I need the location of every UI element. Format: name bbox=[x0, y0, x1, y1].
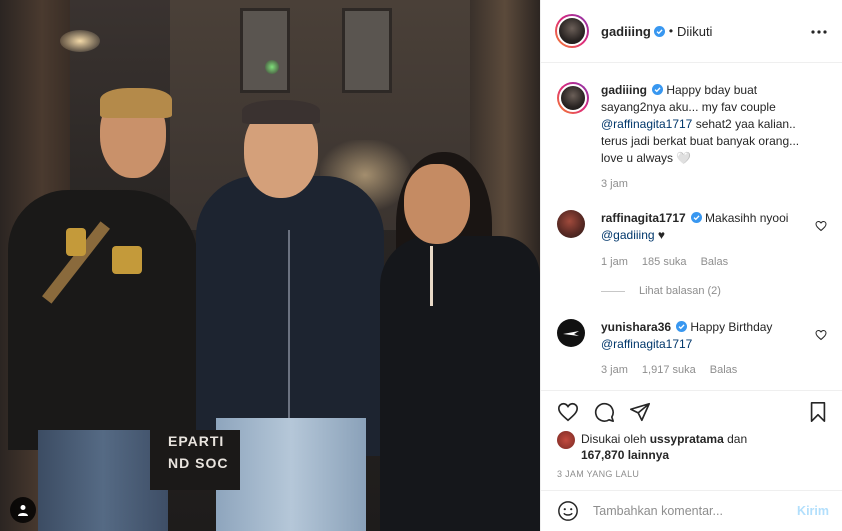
user-icon bbox=[18, 505, 28, 516]
comment-meta: 1 jam 185 suka Balas bbox=[601, 256, 728, 268]
comment-body: Happy Birthday bbox=[690, 320, 773, 334]
comment-body: Makasihh nyooi bbox=[705, 211, 789, 225]
comment-time[interactable]: 3 jam bbox=[601, 178, 628, 190]
mention-link[interactable]: @raffinagita1717 bbox=[601, 337, 692, 351]
post-comment-button[interactable]: Kirim bbox=[797, 504, 829, 518]
photo-window bbox=[342, 8, 392, 93]
photo-hoodie-cord bbox=[430, 246, 433, 306]
liker-username[interactable]: ussypratama bbox=[650, 432, 724, 446]
photo-jacket-patch bbox=[66, 228, 86, 256]
like-heart-icon[interactable] bbox=[557, 401, 579, 423]
author-username[interactable]: gadiiing bbox=[601, 24, 651, 39]
reply-button[interactable]: Balas bbox=[710, 364, 738, 376]
save-bookmark-icon[interactable] bbox=[807, 401, 829, 423]
caption-avatar[interactable] bbox=[557, 82, 589, 114]
view-replies-label: Lihat balasan (2) bbox=[639, 285, 721, 297]
photo-hair bbox=[242, 100, 320, 124]
post-photo[interactable]: EPARTI ND SOC bbox=[0, 0, 540, 531]
more-options-icon[interactable] bbox=[809, 22, 829, 42]
comment-meta: 3 jam bbox=[601, 178, 628, 190]
replies-divider bbox=[601, 290, 625, 292]
reply-button[interactable]: Balas bbox=[701, 256, 729, 268]
action-icons bbox=[557, 401, 651, 423]
photo-person-right bbox=[380, 236, 540, 531]
post-timestamp[interactable]: 3 JAM YANG LALU bbox=[557, 469, 639, 479]
mention-link[interactable]: @raffinagita1717 bbox=[601, 117, 692, 131]
add-comment-bar: Tambahkan komentar... Kirim bbox=[541, 490, 842, 531]
photo-sign-line: ND SOC bbox=[168, 455, 229, 471]
verified-badge-icon bbox=[653, 25, 665, 37]
comment-username[interactable]: yunishara36 bbox=[601, 320, 671, 334]
verified-badge-icon bbox=[676, 321, 688, 332]
likes-summary[interactable]: Disukai oleh ussypratama dan 167,870 lai… bbox=[557, 431, 747, 463]
post-header: gadiiing • Diikuti bbox=[541, 0, 842, 63]
comment-time[interactable]: 1 jam bbox=[601, 256, 628, 268]
separator-dot: • bbox=[668, 24, 674, 38]
comment-username[interactable]: raffinagita1717 bbox=[601, 211, 686, 225]
author-info: gadiiing • Diikuti bbox=[601, 24, 712, 39]
photo-zipper bbox=[288, 230, 290, 430]
author-avatar[interactable] bbox=[555, 14, 589, 48]
comment-likes[interactable]: 1,917 suka bbox=[642, 364, 696, 376]
mention-link[interactable]: @gadiiing bbox=[601, 228, 655, 242]
commenter-avatar[interactable] bbox=[557, 210, 585, 238]
photo-hair bbox=[100, 88, 172, 118]
photo-face bbox=[404, 164, 470, 244]
likes-conjunction: dan bbox=[727, 432, 748, 446]
post-actions: Disukai oleh ussypratama dan 167,870 lai… bbox=[541, 390, 842, 490]
comments-list[interactable]: gadiiing Happy bday buat sayang2nya aku.… bbox=[541, 64, 842, 390]
photo-green-light bbox=[265, 60, 279, 74]
comment-text: yunishara36 Happy Birthday @raffinagita1… bbox=[601, 319, 811, 353]
comment-body-cont: ♥ bbox=[657, 228, 666, 242]
like-comment-heart-icon[interactable] bbox=[815, 329, 827, 341]
liker-avatar bbox=[557, 431, 575, 449]
commenter-avatar[interactable] bbox=[557, 319, 585, 347]
follow-status-button[interactable]: Diikuti bbox=[677, 24, 712, 39]
photo-sign-line: EPARTI bbox=[168, 433, 225, 449]
verified-badge-icon bbox=[690, 212, 702, 223]
share-paper-plane-icon[interactable] bbox=[629, 401, 651, 423]
tagged-users-button[interactable] bbox=[10, 497, 36, 523]
photo-person-middle bbox=[196, 176, 384, 456]
photo-window bbox=[240, 8, 290, 93]
comment-input[interactable]: Tambahkan komentar... bbox=[593, 504, 797, 518]
likes-prefix: Disukai oleh bbox=[581, 432, 647, 446]
photo-jacket-patch bbox=[112, 246, 142, 274]
emoji-icon[interactable] bbox=[557, 500, 579, 522]
like-comment-heart-icon[interactable] bbox=[815, 220, 827, 232]
comment-text: raffinagita1717 Makasihh nyooi @gadiiing… bbox=[601, 210, 811, 244]
comment-text: gadiiing Happy bday buat sayang2nya aku.… bbox=[601, 82, 811, 167]
likes-text: Disukai oleh ussypratama dan 167,870 lai… bbox=[581, 431, 747, 463]
likes-count[interactable]: 167,870 lainnya bbox=[581, 448, 669, 462]
post-sidebar: gadiiing • Diikuti gadiiing Happy bday b… bbox=[540, 0, 842, 531]
comment-bubble-icon[interactable] bbox=[593, 401, 615, 423]
photo-jeans bbox=[38, 430, 168, 531]
comment-likes[interactable]: 185 suka bbox=[642, 256, 687, 268]
photo-sign: EPARTI ND SOC bbox=[150, 430, 240, 490]
comment-meta: 3 jam 1,917 suka Balas bbox=[601, 364, 737, 376]
photo-lamp bbox=[60, 30, 100, 52]
view-replies-button[interactable]: Lihat balasan (2) bbox=[601, 285, 721, 297]
verified-badge-icon bbox=[652, 84, 663, 95]
comment-username[interactable]: gadiiing bbox=[601, 83, 647, 97]
comment-time[interactable]: 3 jam bbox=[601, 364, 628, 376]
